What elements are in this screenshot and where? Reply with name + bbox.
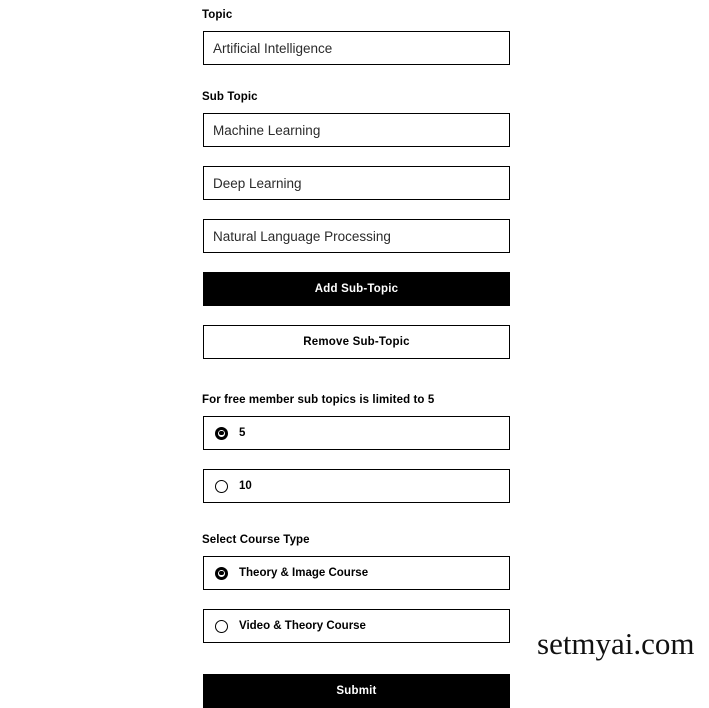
spacer-top [203,0,510,9]
course-type-label: Select Course Type [202,534,310,546]
remove-sub-topic-button[interactable]: Remove Sub-Topic [203,325,510,359]
limit-option-5[interactable]: 5 [203,416,510,450]
site-watermark: setmyai.com [537,626,695,661]
radio-selected-icon [215,426,228,440]
course-type-option-video-theory-label: Video & Theory Course [239,619,366,632]
course-type-option-video-theory[interactable]: Video & Theory Course [203,609,510,643]
limit-option-5-label: 5 [239,426,246,439]
radio-selected-icon [215,566,228,580]
radio-unselected-icon [215,619,228,633]
course-type-option-theory-image[interactable]: Theory & Image Course [203,556,510,590]
sub-topic-limit-label: For free member sub topics is limited to… [202,394,435,406]
limit-option-10[interactable]: 10 [203,469,510,503]
sub-topic-input-2[interactable] [203,166,510,200]
submit-button[interactable]: Submit [203,674,510,708]
sub-topic-input-3[interactable] [203,219,510,253]
sub-topic-label: Sub Topic [202,91,258,103]
sub-topic-input-1[interactable] [203,113,510,147]
course-creation-form: Topic Sub Topic Add Sub-Topic Remove Sub… [202,0,510,708]
add-sub-topic-button[interactable]: Add Sub-Topic [203,272,510,306]
course-type-option-theory-image-label: Theory & Image Course [239,566,369,579]
radio-unselected-icon [215,479,228,493]
topic-label: Topic [202,9,233,21]
topic-input[interactable] [203,31,510,65]
limit-option-10-label: 10 [239,479,252,492]
